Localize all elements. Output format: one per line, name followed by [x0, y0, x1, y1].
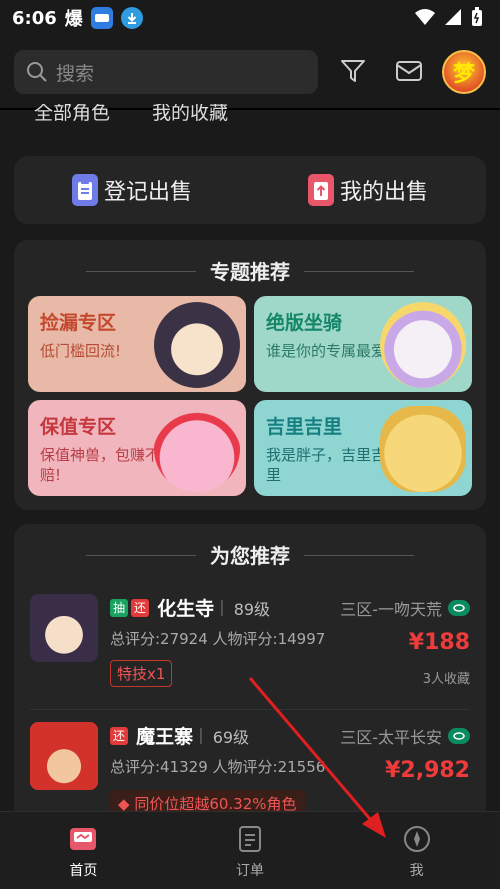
- recommend-item[interactable]: 还 魔王寨 | 69级 三区-太平长安 总评分:41329 人物评分:21556…: [30, 722, 470, 822]
- item-title-line: 抽还 化生寺 | 89级: [110, 594, 270, 621]
- battery-icon: [472, 7, 482, 26]
- topic-tile-jili[interactable]: 吉里吉里 我是胖子，吉里吉里: [254, 400, 472, 496]
- tag-badge: 抽: [110, 598, 128, 617]
- separator: |: [198, 725, 204, 744]
- search-placeholder: 搜索: [56, 62, 95, 85]
- clipboard-icon: [71, 174, 98, 206]
- app-notification-glyph: 爆: [64, 9, 83, 30]
- register-sell-label: 登记出售: [103, 180, 192, 205]
- topic-tile-desc: 谁是你的专属最爱: [266, 342, 387, 360]
- tag-badge: 还: [131, 598, 149, 617]
- item-name: 化生寺: [157, 598, 215, 620]
- item-server: 三区-一吻天荒: [340, 596, 470, 620]
- unicorn-mount-image: [380, 302, 466, 388]
- recommend-item[interactable]: 抽还 化生寺 | 89级 三区-一吻天荒 总评分:27924 人物评分:1499…: [30, 594, 470, 694]
- recommend-section: 为您推荐 抽还 化生寺 | 89级 三区-一吻天荒 总评分:27924 人物评分…: [14, 524, 486, 824]
- item-favorites: 3人收藏: [422, 672, 470, 687]
- separator: |: [219, 597, 225, 616]
- topic-tile-desc: 我是胖子，吉里吉里: [266, 446, 387, 484]
- avatar-text: 梦: [452, 62, 475, 87]
- topic-tile-mount[interactable]: 绝版坐骑 谁是你的专属最爱: [254, 296, 472, 392]
- status-bar: 6:06 爆: [0, 0, 500, 36]
- my-sell-button[interactable]: 我的出售: [250, 174, 486, 206]
- topic-section: 专题推荐 捡漏专区 低门槛回流! 绝版坐骑 谁是你的专属最爱 保值专区 保值神兽…: [14, 240, 486, 510]
- topic-section-title: 专题推荐: [14, 256, 486, 285]
- item-score: 总评分:27924 人物评分:14997: [110, 630, 326, 648]
- item-score: 总评分:41329 人物评分:21556: [110, 758, 326, 776]
- topic-tile-value[interactable]: 保值专区 保值神兽，包赚不赔!: [28, 400, 246, 496]
- server-name: 三区-太平长安: [340, 728, 442, 747]
- item-level: 89级: [233, 599, 271, 619]
- upload-box-icon: [307, 174, 334, 206]
- bottom-nav: 首页 订单 我: [0, 811, 500, 889]
- yellow-pet-image: [380, 406, 466, 492]
- my-sell-label: 我的出售: [339, 180, 428, 205]
- search-icon: [27, 62, 47, 82]
- item-price: ¥2,982: [385, 758, 470, 783]
- document-icon: [239, 826, 261, 852]
- topic-tile-desc: 低门槛回流!: [40, 342, 122, 360]
- mail-icon[interactable]: [395, 58, 423, 84]
- signal-icon: [445, 9, 461, 25]
- search-input[interactable]: 搜索: [14, 50, 318, 94]
- nav-me[interactable]: 我: [333, 812, 500, 889]
- topic-tile-desc: 保值神兽，包赚不赔!: [40, 446, 161, 484]
- home-icon: [70, 828, 97, 850]
- status-time: 6:06: [12, 7, 57, 29]
- nav-label: 我: [409, 863, 424, 879]
- app-notification-icon: [90, 7, 113, 29]
- sell-card: 登记出售 我的出售: [14, 156, 486, 224]
- filter-icon[interactable]: [340, 58, 366, 84]
- character-portrait-image: [154, 302, 240, 388]
- item-feature-chip: 特技x1: [110, 660, 173, 687]
- character-avatar-image: [30, 722, 98, 790]
- item-server: 三区-太平长安: [340, 724, 470, 748]
- nav-label: 订单: [236, 863, 264, 879]
- row-divider: [30, 709, 470, 710]
- user-avatar[interactable]: 梦: [442, 50, 486, 94]
- server-name: 三区-一吻天荒: [340, 600, 442, 619]
- server-badge-icon: [448, 600, 470, 616]
- character-avatar-image: [30, 594, 98, 662]
- header: 搜索 梦: [0, 44, 500, 100]
- item-level: 69级: [212, 727, 250, 747]
- wifi-icon: [415, 9, 435, 25]
- nav-orders[interactable]: 订单: [167, 812, 334, 889]
- nav-label: 首页: [69, 863, 98, 879]
- nav-home[interactable]: 首页: [0, 812, 167, 889]
- tab-my-favorites[interactable]: 我的收藏: [152, 104, 228, 125]
- tag-badge: 还: [110, 726, 128, 745]
- server-badge-icon: [448, 728, 470, 744]
- item-title-line: 还 魔王寨 | 69级: [110, 722, 249, 749]
- item-name: 魔王寨: [136, 726, 194, 748]
- register-sell-button[interactable]: 登记出售: [14, 174, 250, 206]
- download-icon: [120, 7, 143, 29]
- topic-tile-bargain[interactable]: 捡漏专区 低门槛回流!: [28, 296, 246, 392]
- role-tabs: 全部角色 我的收藏: [34, 104, 434, 132]
- recommend-section-title: 为您推荐: [14, 540, 486, 569]
- tab-all-roles[interactable]: 全部角色: [34, 104, 110, 125]
- pink-blob-pet-image: [154, 406, 240, 492]
- compass-icon: [403, 826, 430, 852]
- item-price: ¥188: [408, 630, 470, 655]
